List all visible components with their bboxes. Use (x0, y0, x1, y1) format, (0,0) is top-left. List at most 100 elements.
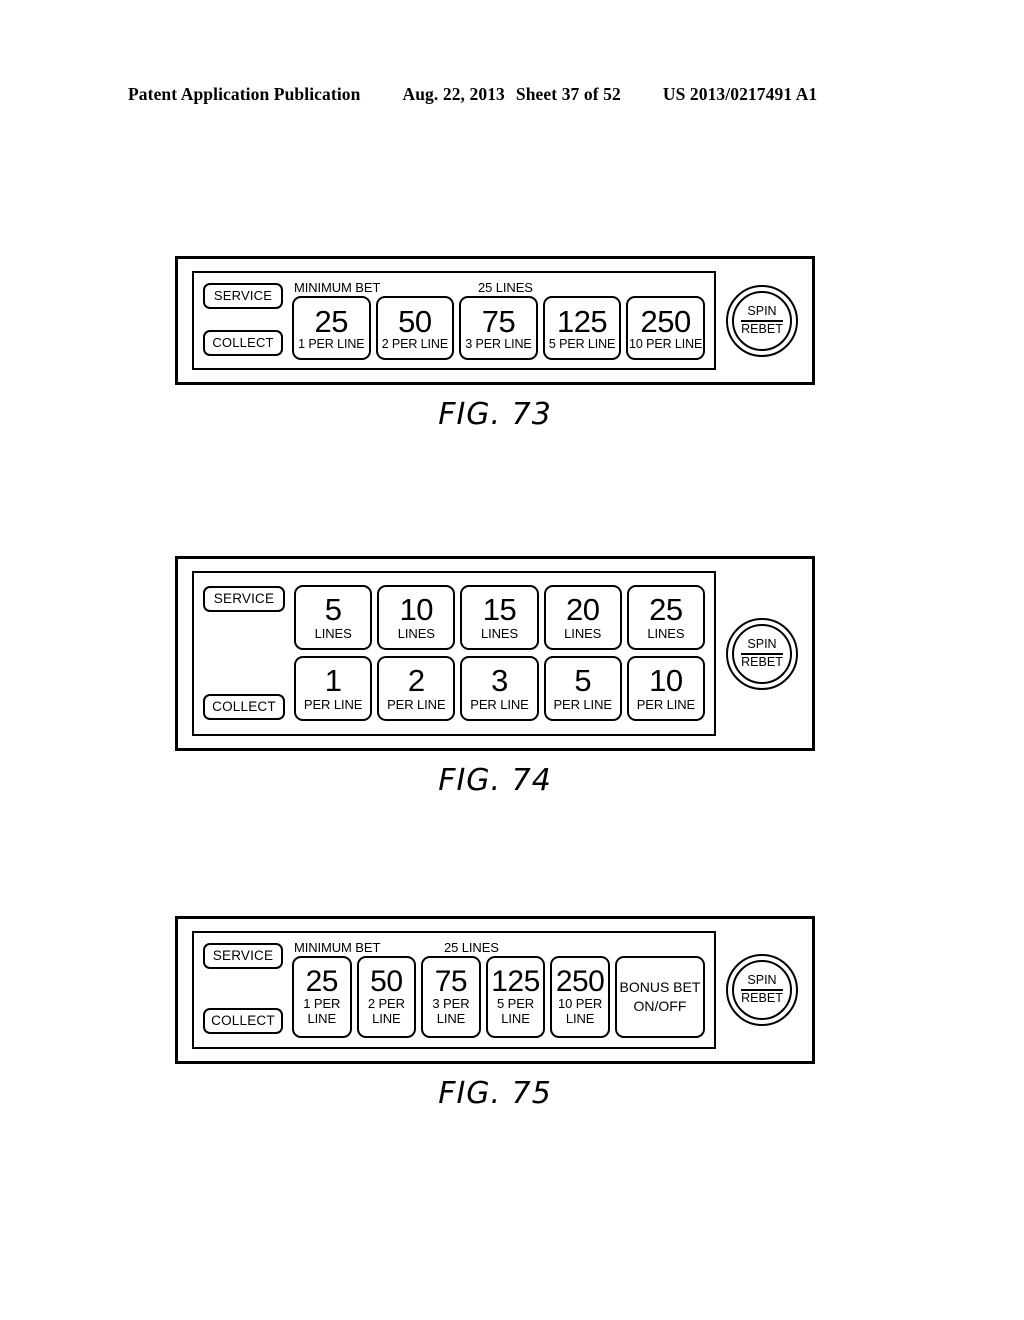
lines-sublabel: LINES (397, 625, 435, 641)
lines-sublabel: LINES (564, 625, 602, 641)
bet-sublabel-line1: 10 PER (558, 996, 603, 1012)
spin-rebet-button[interactable]: SPIN REBET (726, 284, 798, 357)
header-publication: Patent Application Publication (128, 84, 361, 104)
spin-rebet-area: SPIN REBET (726, 954, 798, 1026)
spin-rebet-area: SPIN REBET (726, 617, 798, 690)
control-panel-inner-frame: SERVICE COLLECT MINIMUM BET 25 LINES 25 … (192, 271, 716, 370)
service-button[interactable]: SERVICE (203, 283, 283, 309)
per-line-sublabel: PER LINE (303, 696, 363, 712)
lines-sublabel: LINES (647, 625, 685, 641)
collect-button[interactable]: COLLECT (203, 1008, 283, 1034)
bonus-bet-line2: ON/OFF (633, 998, 687, 1014)
per-line-value: 3 (491, 662, 508, 698)
control-panel-outer-frame: SERVICE COLLECT MINIMUM BET 25 LINES 25 … (175, 916, 815, 1064)
control-panel-inner-frame: SERVICE COLLECT 5 LINES 10 LINES 15 LINE… (192, 571, 716, 736)
figure-caption: FIG. 74 (438, 763, 552, 798)
bet-button[interactable]: 75 3 PER LINE (421, 956, 481, 1038)
per-line-button[interactable]: 2 PER LINE (377, 656, 456, 721)
minimum-bet-label: MINIMUM BET (294, 280, 381, 295)
header-patent-number: US 2013/0217491 A1 (662, 84, 818, 104)
per-line-sublabel: PER LINE (470, 696, 529, 712)
spin-rebet-button[interactable]: SPIN REBET (726, 617, 798, 690)
bet-sublabel-line1: 2 PER (367, 996, 405, 1012)
spin-label: SPIN (747, 303, 777, 318)
per-line-button[interactable]: 3 PER LINE (460, 656, 539, 721)
bet-sublabel-line2: LINE (307, 1011, 337, 1026)
lines-value: 10 (399, 591, 434, 627)
panel-row: SERVICE COLLECT 5 LINES 10 LINES 15 LINE… (192, 571, 798, 736)
lines-label: 25 LINES (478, 280, 533, 295)
bet-area: MINIMUM BET 25 LINES 25 1 PER LINE 50 2 … (292, 279, 705, 360)
service-button[interactable]: SERVICE (203, 943, 283, 969)
per-line-button[interactable]: 5 PER LINE (543, 656, 622, 721)
lines-button[interactable]: 10 LINES (377, 585, 456, 650)
per-line-value: 5 (574, 662, 592, 698)
lines-label: 25 LINES (444, 940, 499, 955)
figure-caption: FIG. 75 (438, 1076, 552, 1111)
service-button[interactable]: SERVICE (203, 586, 285, 612)
rebet-label: REBET (741, 991, 783, 1005)
bet-button[interactable]: 75 3 PER LINE (459, 296, 538, 360)
service-collect-column: SERVICE COLLECT (203, 939, 283, 1038)
spin-label: SPIN (747, 973, 777, 988)
line-and-bet-grid: 5 LINES 10 LINES 15 LINES 20 LINES 25 LI… (294, 585, 706, 721)
header-sheet: Sheet 37 of 52 (515, 84, 621, 104)
per-line-button[interactable]: 10 PER LINE (626, 656, 706, 721)
collect-button[interactable]: COLLECT (203, 694, 285, 720)
bet-sublabel-line1: 3 PER (432, 996, 470, 1012)
spin-rebet-area: SPIN REBET (726, 284, 798, 357)
per-line-value: 1 (324, 662, 342, 698)
bonus-bet-button[interactable]: BONUS BET ON/OFF (614, 956, 706, 1038)
bet-sublabel-line1: 1 PER (303, 996, 341, 1012)
bet-value: 50 (398, 303, 432, 339)
collect-button[interactable]: COLLECT (203, 330, 283, 356)
bet-button[interactable]: 125 5 PER LINE (485, 956, 546, 1038)
bet-value: 25 (305, 965, 339, 999)
per-line-value: 2 (407, 662, 425, 698)
bet-sublabel: 10 PER LINE (629, 336, 703, 351)
panel-row: SERVICE COLLECT MINIMUM BET 25 LINES 25 … (192, 931, 798, 1049)
lines-value: 25 (649, 591, 683, 627)
bet-value: 125 (556, 303, 608, 339)
figure-75: SERVICE COLLECT MINIMUM BET 25 LINES 25 … (175, 916, 815, 1111)
spin-label: SPIN (747, 636, 777, 651)
per-line-button[interactable]: 1 PER LINE (294, 656, 373, 721)
bet-value: 250 (640, 303, 692, 339)
bet-button[interactable]: 50 2 PER LINE (375, 296, 455, 360)
panel-row: SERVICE COLLECT MINIMUM BET 25 LINES 25 … (192, 271, 798, 370)
bet-button[interactable]: 50 2 PER LINE (356, 956, 417, 1038)
bet-button[interactable]: 250 10 PER LINE (550, 956, 610, 1038)
spin-rebet-inner-ring: SPIN REBET (732, 290, 792, 351)
service-collect-column: SERVICE COLLECT (203, 582, 285, 724)
spin-rebet-inner-ring: SPIN REBET (732, 623, 792, 684)
lines-button[interactable]: 5 LINES (294, 585, 373, 650)
bet-value: 125 (491, 965, 540, 999)
bet-value: 50 (370, 965, 403, 999)
per-line-sublabel: PER LINE (387, 696, 446, 712)
lines-sublabel: LINES (314, 625, 352, 641)
control-panel-outer-frame: SERVICE COLLECT MINIMUM BET 25 LINES 25 … (175, 256, 815, 385)
bet-sublabel: 2 PER LINE (381, 336, 449, 351)
lines-button[interactable]: 20 LINES (543, 585, 622, 650)
bet-sublabel-line1: 5 PER (496, 996, 535, 1012)
control-panel-outer-frame: SERVICE COLLECT 5 LINES 10 LINES 15 LINE… (175, 556, 815, 751)
rebet-label: REBET (741, 321, 783, 336)
bet-button[interactable]: 25 1 PER LINE (292, 956, 352, 1038)
spin-rebet-button[interactable]: SPIN REBET (726, 954, 798, 1026)
bet-button-row: 25 1 PER LINE 50 2 PER LINE 75 3 PER LIN… (292, 296, 705, 360)
bet-sublabel-line2: LINE (501, 1011, 530, 1026)
figure-74: SERVICE COLLECT 5 LINES 10 LINES 15 LINE… (175, 556, 815, 798)
lines-button[interactable]: 25 LINES (626, 585, 706, 650)
spin-rebet-inner-ring: SPIN REBET (732, 960, 792, 1020)
bet-button-row: 25 1 PER LINE 50 2 PER LINE 75 3 PER LIN… (292, 956, 706, 1038)
bet-label-strip: MINIMUM BET 25 LINES (292, 939, 705, 956)
figure-73: SERVICE COLLECT MINIMUM BET 25 LINES 25 … (175, 256, 815, 432)
bet-sublabel-line2: LINE (372, 1011, 401, 1026)
lines-value: 5 (324, 591, 342, 627)
bet-button[interactable]: 25 1 PER LINE (292, 296, 371, 360)
lines-button[interactable]: 15 LINES (460, 585, 539, 650)
bet-sublabel-line2: LINE (436, 1011, 466, 1026)
bet-button[interactable]: 125 5 PER LINE (542, 296, 622, 360)
bet-value: 75 (481, 303, 516, 339)
bet-button[interactable]: 250 10 PER LINE (626, 296, 705, 360)
